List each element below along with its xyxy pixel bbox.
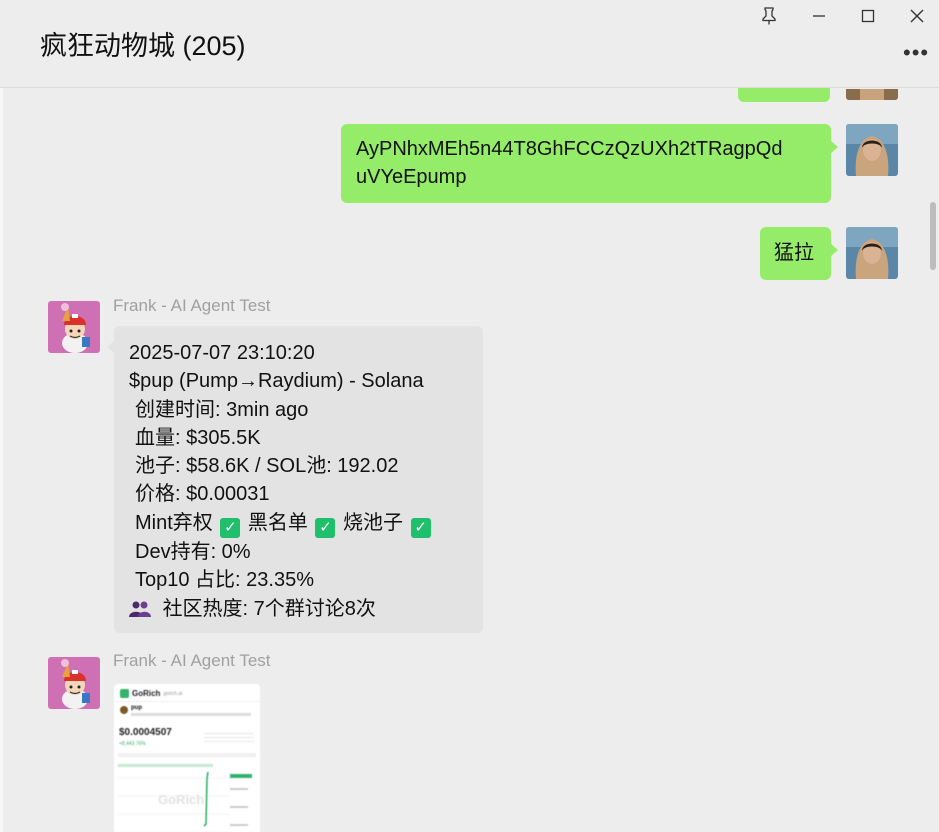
window-left-edge [0, 0, 3, 832]
received-message-token-report[interactable]: 2025-07-07 23:10:20 $pup (Pump→Raydium) … [107, 326, 483, 633]
report-top10: Top10 占比: 23.35% [135, 569, 314, 592]
chat-header: 疯狂动物城 (205) ••• [0, 0, 939, 88]
report-dev: Dev持有: 0% [135, 540, 251, 563]
blacklist-label: 黑名单 [247, 511, 308, 534]
community-text: 社区热度: 7个群讨论8次 [162, 597, 376, 620]
check-icon: ✓ [410, 517, 431, 538]
sender-name: Frank - AI Agent Test [113, 651, 271, 670]
image-domain: gorich.ai [163, 690, 183, 697]
image-header: GoRich gorich.ai [120, 689, 182, 698]
token-avatar-icon [120, 706, 128, 714]
sent-message-short[interactable]: 猛拉 [760, 227, 838, 280]
image-price: $0.0004507 [119, 727, 172, 738]
image-brand: GoRich [132, 689, 161, 698]
report-flags: Mint弃权 ✓ 黑名单 ✓ 烧池子 ✓ [129, 509, 468, 538]
address-line-1: AyPNhxMEh5n44T8GhFCCzQzUXh2tTRagpQd [356, 138, 783, 160]
sender-name: Frank - AI Agent Test [113, 296, 271, 315]
my-avatar-partial[interactable] [846, 88, 898, 100]
received-image-chart[interactable]: GoRich gorich.ai pup $0.0004507 +8,443.7… [114, 684, 260, 832]
report-community: 社区热度: 7个群讨论8次 [129, 595, 468, 626]
report-created: 创建时间: 3min ago [135, 398, 309, 421]
burn-label: 烧池子 [343, 511, 404, 534]
gorich-logo-icon [120, 689, 129, 698]
image-divider [114, 701, 260, 702]
check-icon: ✓ [315, 517, 336, 538]
mint-label: Mint弃权 [135, 511, 213, 534]
image-change: +8,443.76% [119, 741, 146, 747]
image-token: pup [131, 705, 142, 711]
my-avatar[interactable] [846, 124, 898, 176]
report-pool: 池子: $58.6K / SOL池: 192.02 [135, 455, 399, 478]
image-address-blur [131, 713, 251, 716]
bot-avatar[interactable] [48, 301, 100, 353]
address-line-2: uVYeEpump [356, 166, 467, 188]
chat-title: 疯狂动物城 (205) [40, 31, 246, 61]
more-options-button[interactable]: ••• [903, 40, 929, 66]
chat-scrollbar-thumb[interactable] [930, 202, 936, 270]
sent-message-address[interactable]: AyPNhxMEh5n44T8GhFCCzQzUXh2tTRagpQd uVYe… [341, 124, 838, 203]
image-stats-blur [204, 730, 254, 744]
report-blood: 血量: $305.5K [135, 426, 261, 449]
close-icon[interactable] [906, 5, 928, 27]
check-icon: ✓ [220, 517, 241, 538]
people-icon [129, 598, 151, 626]
minimize-icon[interactable] [808, 5, 830, 27]
image-timeframe-tabs [118, 753, 256, 757]
report-datetime: 2025-07-07 23:10:20 [129, 342, 315, 364]
bot-avatar[interactable] [48, 657, 100, 709]
image-watermark: GoRich [158, 792, 205, 807]
report-price: 价格: $0.00031 [135, 483, 270, 506]
image-indicator-row [118, 764, 213, 767]
maximize-icon[interactable] [857, 5, 879, 27]
report-token: $pup (Pump→Raydium) - Solana [129, 370, 424, 393]
chat-scrollbar-track[interactable] [926, 88, 939, 832]
previous-message-bubble[interactable] [738, 88, 830, 102]
pin-icon[interactable] [758, 5, 780, 27]
my-avatar[interactable] [846, 227, 898, 279]
sent-short-text: 猛拉 [774, 242, 814, 264]
